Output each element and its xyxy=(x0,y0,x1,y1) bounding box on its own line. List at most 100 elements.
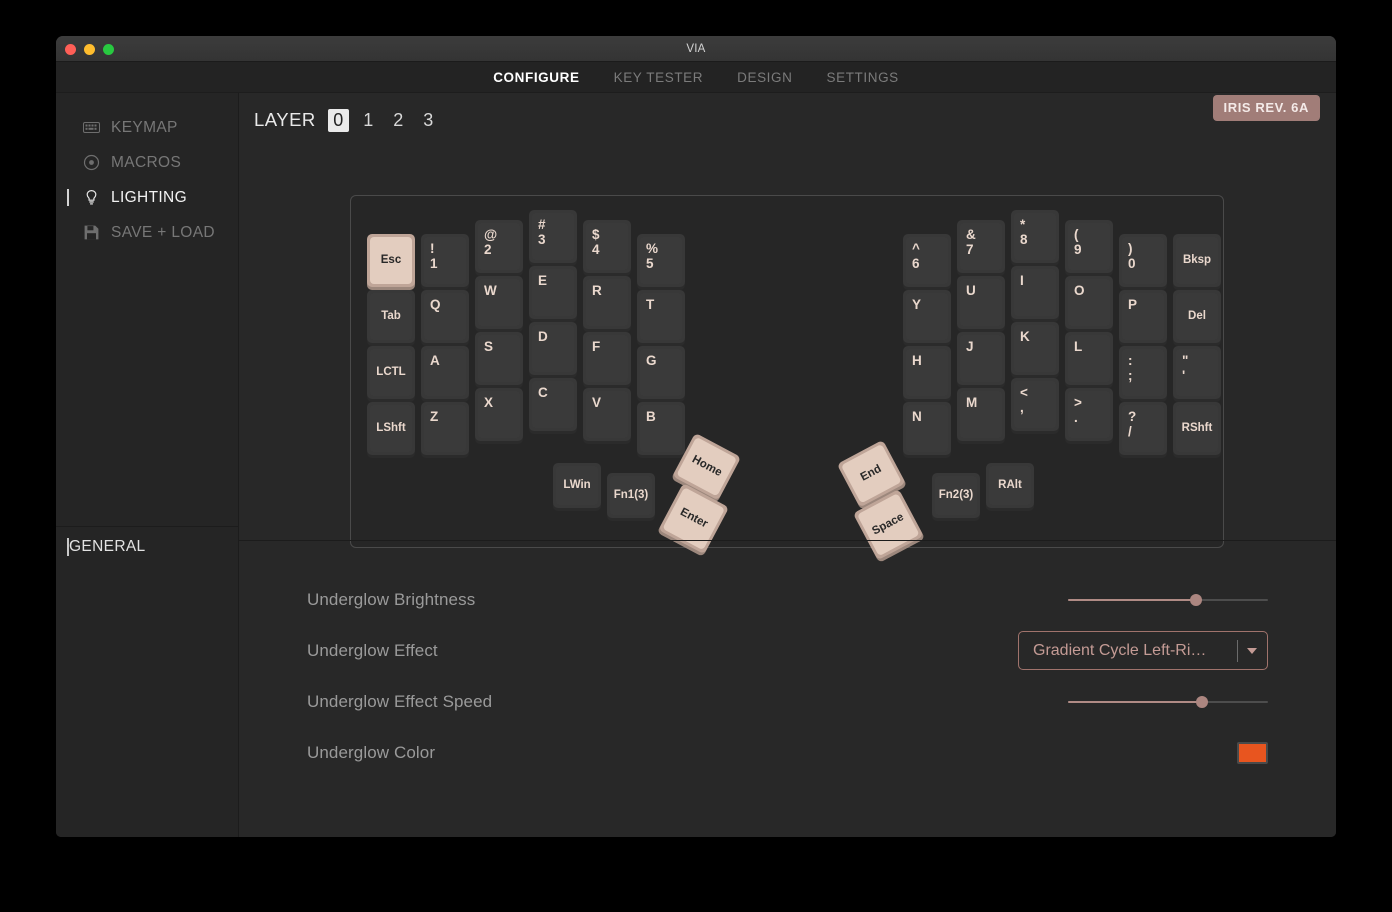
keycap-legend: LCTL xyxy=(370,349,412,396)
slider-thumb[interactable] xyxy=(1190,594,1202,606)
window-minimize-button[interactable] xyxy=(84,44,95,55)
layer-selector: LAYER 0 1 2 3 IRIS REV. 6A xyxy=(239,93,1336,147)
keycap[interactable]: % 5 xyxy=(637,234,685,290)
keycap[interactable]: LWin xyxy=(553,463,601,511)
keycap[interactable]: Q xyxy=(421,290,469,346)
keycap[interactable]: ! 1 xyxy=(421,234,469,290)
keycap[interactable]: X xyxy=(475,388,523,444)
keycap[interactable]: F xyxy=(583,332,631,388)
keyboard-canvas: Esc TabLCTL LShft ! 1 QAZ @ 2WSX # 3EDC $ 4RFV%… xyxy=(351,196,1223,547)
setting-row-brightness: Underglow Brightness xyxy=(307,574,1268,625)
window-close-button[interactable] xyxy=(65,44,76,55)
keycap[interactable]: S xyxy=(475,332,523,388)
keycap[interactable]: Tab xyxy=(367,290,415,346)
keycap[interactable]: O xyxy=(1065,276,1113,332)
keycap[interactable]: ? / xyxy=(1119,402,1167,458)
keycap[interactable]: A xyxy=(421,346,469,402)
keycap[interactable]: : ; xyxy=(1119,346,1167,402)
keycap[interactable]: H xyxy=(903,346,951,402)
layer-button-0[interactable]: 0 xyxy=(328,109,349,132)
keycap[interactable]: " ' xyxy=(1173,346,1221,402)
keycap[interactable]: D xyxy=(529,322,577,378)
keycap[interactable]: T xyxy=(637,290,685,346)
keycap[interactable]: RAlt xyxy=(986,463,1034,511)
sidebar-item-keymap[interactable]: KEYMAP xyxy=(56,110,238,145)
save-icon xyxy=(83,224,100,241)
keycap[interactable]: E xyxy=(529,266,577,322)
keycap[interactable]: < , xyxy=(1011,378,1059,434)
underglow-brightness-label: Underglow Brightness xyxy=(307,590,1018,610)
underglow-color-swatch[interactable] xyxy=(1237,742,1268,764)
keycap-legend: T xyxy=(640,293,682,340)
tab-design[interactable]: DESIGN xyxy=(737,70,792,85)
underglow-effect-speed-control xyxy=(1018,694,1268,710)
keycap-legend: A xyxy=(424,349,466,396)
keycap-legend: R xyxy=(586,279,628,326)
tab-configure[interactable]: CONFIGURE xyxy=(493,70,579,85)
keycap[interactable]: J xyxy=(957,332,1005,388)
underglow-effect-select[interactable]: Gradient Cycle Left-Ri… xyxy=(1018,631,1268,670)
keycap[interactable]: V xyxy=(583,388,631,444)
keycap[interactable]: R xyxy=(583,276,631,332)
tab-key-tester[interactable]: KEY TESTER xyxy=(614,70,704,85)
underglow-brightness-slider[interactable] xyxy=(1068,592,1268,608)
window-title: VIA xyxy=(56,36,1336,62)
chevron-down-icon[interactable] xyxy=(1237,640,1261,662)
layer-button-1[interactable]: 1 xyxy=(358,109,379,132)
keycap[interactable]: Esc xyxy=(367,234,415,290)
slider-thumb[interactable] xyxy=(1196,696,1208,708)
keycap-legend: K xyxy=(1014,325,1056,372)
keycap[interactable]: ( 9 xyxy=(1065,220,1113,276)
keycap[interactable]: U xyxy=(957,276,1005,332)
keycap[interactable]: C xyxy=(529,378,577,434)
keycap[interactable]: G xyxy=(637,346,685,402)
tab-settings[interactable]: SETTINGS xyxy=(826,70,898,85)
keycap-legend: W xyxy=(478,279,520,326)
layer-button-2[interactable]: 2 xyxy=(388,109,409,132)
sidebar-item-save-load[interactable]: SAVE + LOAD xyxy=(56,215,238,250)
keycap-legend: F xyxy=(586,335,628,382)
window-maximize-button[interactable] xyxy=(103,44,114,55)
slider-fill xyxy=(1068,701,1202,703)
sidebar-item-lighting[interactable]: LIGHTING xyxy=(56,180,238,215)
record-icon xyxy=(83,154,100,171)
sidebar-section-general[interactable]: GENERAL xyxy=(56,527,238,567)
keycap[interactable]: ^ 6 xyxy=(903,234,951,290)
keycap[interactable]: ) 0 xyxy=(1119,234,1167,290)
keycap[interactable]: B xyxy=(637,402,685,458)
keycap[interactable]: LShft xyxy=(367,402,415,458)
keycap[interactable]: Fn1(3) xyxy=(607,473,655,521)
keycap-legend: J xyxy=(960,335,1002,382)
keycap[interactable]: I xyxy=(1011,266,1059,322)
keycap[interactable]: Fn2(3) xyxy=(932,473,980,521)
keycap-legend: H xyxy=(906,349,948,396)
keycap[interactable]: RShft xyxy=(1173,402,1221,458)
keycap[interactable]: @ 2 xyxy=(475,220,523,276)
keycap[interactable]: K xyxy=(1011,322,1059,378)
keycap[interactable]: > . xyxy=(1065,388,1113,444)
keycap[interactable]: Z xyxy=(421,402,469,458)
keycap[interactable]: L xyxy=(1065,332,1113,388)
keycap[interactable]: Del xyxy=(1173,290,1221,346)
keyboard-preview: Esc TabLCTL LShft ! 1 QAZ @ 2WSX # 3EDC $ 4RFV%… xyxy=(350,195,1224,548)
keycap[interactable]: $ 4 xyxy=(583,220,631,276)
keycap-legend: Esc xyxy=(370,237,412,284)
keycap-legend: V xyxy=(586,391,628,438)
underglow-effect-speed-slider[interactable] xyxy=(1068,694,1268,710)
layer-button-3[interactable]: 3 xyxy=(418,109,439,132)
keycap[interactable]: Bksp xyxy=(1173,234,1221,290)
keycap[interactable]: P xyxy=(1119,290,1167,346)
keycap[interactable]: N xyxy=(903,402,951,458)
keycap-legend: S xyxy=(478,335,520,382)
keycap[interactable]: * 8 xyxy=(1011,210,1059,266)
keycap-legend: : ; xyxy=(1122,349,1164,396)
keycap[interactable]: Y xyxy=(903,290,951,346)
underglow-color-label: Underglow Color xyxy=(307,743,1018,763)
keycap[interactable]: W xyxy=(475,276,523,332)
keycap-legend: ! 1 xyxy=(424,237,466,284)
keycap[interactable]: & 7 xyxy=(957,220,1005,276)
keycap[interactable]: LCTL xyxy=(367,346,415,402)
keycap[interactable]: # 3 xyxy=(529,210,577,266)
sidebar-item-macros[interactable]: MACROS xyxy=(56,145,238,180)
keycap[interactable]: M xyxy=(957,388,1005,444)
